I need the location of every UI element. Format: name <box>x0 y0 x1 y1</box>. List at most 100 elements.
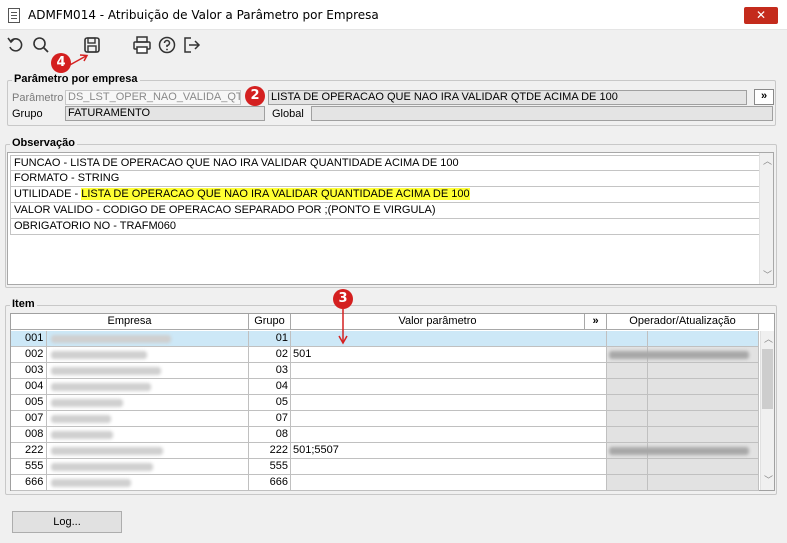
parametro-description-field: LISTA DE OPERACAO QUE NAO IRA VALIDAR QT… <box>268 90 747 105</box>
empresa-name-cell[interactable] <box>47 459 249 475</box>
parametro-label: Parâmetro <box>12 92 64 104</box>
empresa-code-cell[interactable]: 555 <box>11 459 47 475</box>
empresa-code-cell[interactable]: 005 <box>11 395 47 411</box>
empresa-code-cell[interactable]: 004 <box>11 379 47 395</box>
atualizacao-cell <box>648 427 759 443</box>
atualizacao-cell <box>648 395 759 411</box>
observacao-group-title: Observação <box>10 137 77 149</box>
global-field <box>311 106 773 121</box>
grupo-label: Grupo <box>12 108 43 120</box>
valor-expand-button[interactable]: » <box>585 314 607 330</box>
empresa-column-header[interactable]: Empresa <box>11 314 249 330</box>
parametro-field[interactable]: DS_LST_OPER_NAO_VALIDA_QT <box>65 90 241 105</box>
redacted-text <box>51 447 163 455</box>
operador-cell <box>607 411 648 427</box>
valor-cell[interactable] <box>291 475 607 491</box>
empresa-name-cell[interactable] <box>47 443 249 459</box>
grupo-field: FATURAMENTO <box>65 106 265 121</box>
atualizacao-cell <box>648 475 759 491</box>
scroll-thumb[interactable] <box>762 349 773 409</box>
empresa-name-cell[interactable] <box>47 395 249 411</box>
grupo-cell[interactable]: 666 <box>249 475 291 491</box>
grupo-cell[interactable]: 03 <box>249 363 291 379</box>
atualizacao-cell <box>648 459 759 475</box>
grupo-cell[interactable]: 07 <box>249 411 291 427</box>
operador-column-header[interactable]: Operador/Atualização <box>607 314 759 330</box>
empresa-code-cell[interactable]: 001 <box>11 331 47 347</box>
grupo-column-header[interactable]: Grupo <box>249 314 291 330</box>
scroll-up-icon[interactable]: ︿ <box>764 335 773 344</box>
empresa-name-cell[interactable] <box>47 475 249 491</box>
document-icon <box>8 8 20 23</box>
observacao-line: VALOR VALIDO - CODIGO DE OPERACAO SEPARA… <box>10 203 760 219</box>
valor-cell[interactable] <box>291 395 607 411</box>
scroll-up-icon[interactable]: ︿ <box>763 157 772 166</box>
empresa-code-cell[interactable]: 222 <box>11 443 47 459</box>
redacted-text <box>51 351 147 359</box>
empresa-name-cell[interactable] <box>47 411 249 427</box>
help-icon[interactable] <box>157 35 177 55</box>
title-bar: ADMFM014 - Atribuição de Valor a Parâmet… <box>0 0 787 30</box>
close-button[interactable]: ✕ <box>744 7 778 24</box>
redacted-text <box>609 447 749 455</box>
valor-cell[interactable] <box>291 459 607 475</box>
atualizacao-cell <box>648 331 759 347</box>
redacted-text <box>51 399 123 407</box>
empresa-code-cell[interactable]: 008 <box>11 427 47 443</box>
valor-cell[interactable]: 501;5507 <box>291 443 607 459</box>
empresa-name-cell[interactable] <box>47 363 249 379</box>
global-label: Global <box>272 108 304 120</box>
print-icon[interactable] <box>132 35 152 55</box>
redacted-text <box>51 367 161 375</box>
observacao-line: FUNCAO - LISTA DE OPERACAO QUE NAO IRA V… <box>10 155 760 171</box>
scroll-down-icon[interactable]: ﹀ <box>764 476 773 485</box>
toolbar <box>0 31 787 59</box>
observacao-scrollbar[interactable]: ︿ ﹀ <box>759 153 773 284</box>
redacted-text <box>51 335 171 343</box>
operador-cell <box>607 443 749 459</box>
annotation-marker-2: 2 <box>245 86 265 106</box>
grupo-cell[interactable]: 555 <box>249 459 291 475</box>
atualizacao-cell <box>648 379 759 395</box>
empresa-code-cell[interactable]: 666 <box>11 475 47 491</box>
empresa-name-cell[interactable] <box>47 331 249 347</box>
valor-cell[interactable] <box>291 379 607 395</box>
redacted-text <box>51 479 131 487</box>
exit-icon[interactable] <box>182 35 202 55</box>
valor-cell[interactable] <box>291 363 607 379</box>
grupo-cell[interactable]: 08 <box>249 427 291 443</box>
refresh-icon[interactable] <box>6 35 26 55</box>
empresa-code-cell[interactable]: 003 <box>11 363 47 379</box>
operador-cell <box>607 347 749 363</box>
annotation-arrow-icon <box>67 54 89 67</box>
grupo-cell[interactable]: 04 <box>249 379 291 395</box>
scroll-down-icon[interactable]: ﹀ <box>763 271 772 280</box>
grupo-cell[interactable]: 05 <box>249 395 291 411</box>
empresa-name-cell[interactable] <box>47 379 249 395</box>
observacao-line: UTILIDADE - LISTA DE OPERACAO QUE NAO IR… <box>10 187 760 203</box>
observacao-line: OBRIGATORIO NO - TRAFM060 <box>10 219 760 235</box>
empresa-name-cell[interactable] <box>47 427 249 443</box>
parametro-group-title: Parâmetro por empresa <box>12 73 140 85</box>
empresa-name-cell[interactable] <box>47 347 249 363</box>
valor-cell[interactable]: 501 <box>291 347 607 363</box>
search-icon[interactable] <box>31 35 51 55</box>
highlighted-text: LISTA DE OPERACAO QUE NAO IRA VALIDAR QU… <box>81 188 470 200</box>
valor-cell[interactable] <box>291 427 607 443</box>
empresa-code-cell[interactable]: 007 <box>11 411 47 427</box>
observacao-box: FUNCAO - LISTA DE OPERACAO QUE NAO IRA V… <box>7 152 774 285</box>
redacted-text <box>51 431 113 439</box>
log-button[interactable]: Log... <box>12 511 122 533</box>
operador-cell <box>607 459 648 475</box>
grupo-cell[interactable]: 222 <box>249 443 291 459</box>
grupo-cell[interactable]: 01 <box>249 331 291 347</box>
expand-description-button[interactable]: » <box>754 89 774 105</box>
valor-cell[interactable] <box>291 411 607 427</box>
annotation-marker-3: 3 <box>333 289 353 309</box>
grupo-cell[interactable]: 02 <box>249 347 291 363</box>
annotation-arrow-down-icon <box>338 309 348 345</box>
atualizacao-cell <box>648 363 759 379</box>
item-grid-scrollbar[interactable]: ︿ ﹀ <box>760 331 774 490</box>
item-group-title: Item <box>10 298 37 310</box>
empresa-code-cell[interactable]: 002 <box>11 347 47 363</box>
